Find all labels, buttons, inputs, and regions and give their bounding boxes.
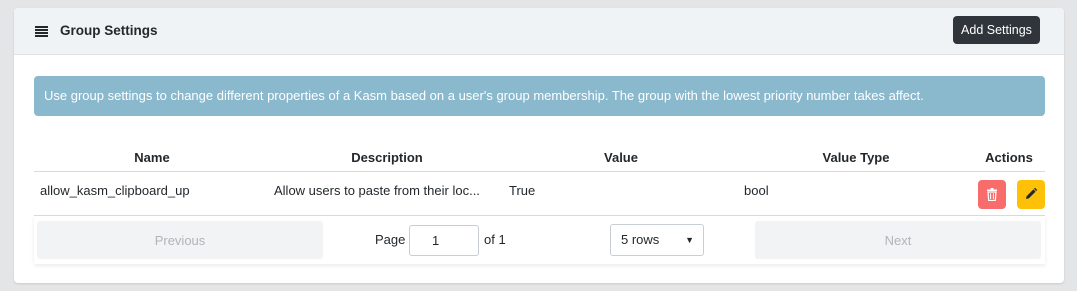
rows-per-page-value: 5 rows xyxy=(621,232,660,247)
column-header-description[interactable]: Description xyxy=(337,150,437,166)
page-count-label: of 1 xyxy=(484,232,506,247)
previous-page-button[interactable]: Previous xyxy=(37,221,323,259)
page-label: Page xyxy=(375,232,406,247)
caret-down-icon: ▼ xyxy=(685,235,694,245)
cell-description: Allow users to paste from their loc... xyxy=(274,183,480,198)
group-settings-card: Group Settings Add Settings Use group se… xyxy=(14,8,1064,283)
page-number-input[interactable] xyxy=(409,225,479,256)
cell-name: allow_kasm_clipboard_up xyxy=(40,183,190,198)
next-page-button[interactable]: Next xyxy=(755,221,1041,259)
page-title: Group Settings xyxy=(60,23,158,38)
hamburger-icon xyxy=(35,26,48,37)
edit-button[interactable] xyxy=(1017,180,1045,209)
column-header-value-type[interactable]: Value Type xyxy=(806,150,906,166)
delete-button[interactable] xyxy=(978,180,1006,209)
info-alert: Use group settings to change different p… xyxy=(34,76,1045,116)
cell-value: True xyxy=(509,183,536,198)
cell-value-type: bool xyxy=(744,183,769,198)
column-header-name[interactable]: Name xyxy=(112,150,192,166)
column-header-actions: Actions xyxy=(985,150,1033,165)
add-settings-button[interactable]: Add Settings xyxy=(953,16,1040,44)
pencil-icon xyxy=(1026,188,1037,199)
card-header: Group Settings Add Settings xyxy=(14,8,1064,55)
rows-per-page-select[interactable]: 5 rows ▼ xyxy=(610,224,704,256)
column-header-value[interactable]: Value xyxy=(581,150,661,166)
pagination-bar: Previous Page of 1 5 rows ▼ Next xyxy=(34,216,1045,264)
trash-icon xyxy=(987,188,997,201)
header-divider xyxy=(34,171,1045,172)
